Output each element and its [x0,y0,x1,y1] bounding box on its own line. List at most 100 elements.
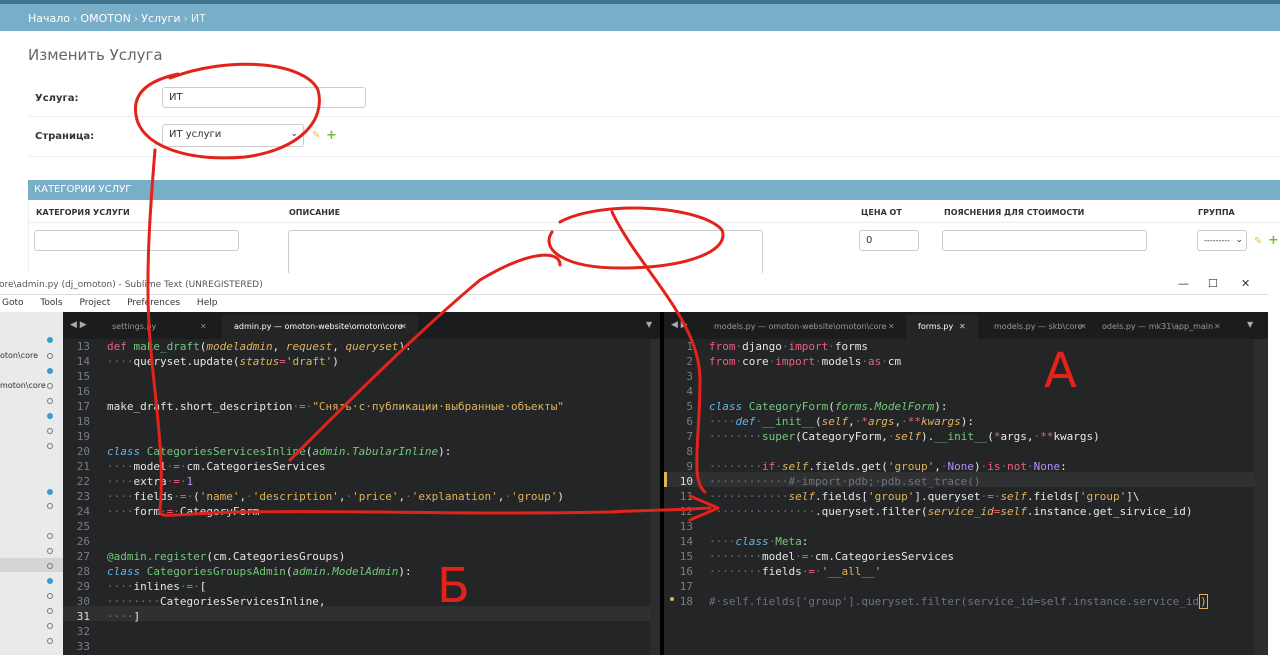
maximize-icon[interactable]: ☐ [1208,277,1218,290]
line-number: 13 [679,520,693,533]
line-number: 18 [679,595,693,608]
tab-dropdown-icon[interactable]: ▼ [1247,320,1253,329]
close-icon[interactable]: ✕ [959,322,966,331]
breadcrumb-model[interactable]: Услуги [141,12,180,25]
menu-help[interactable]: Help [197,298,218,308]
minimap-left[interactable] [650,339,660,655]
code-line: ····form·=·CategoryForm [107,505,260,518]
file-ring-icon [47,638,53,644]
explanation-input[interactable] [942,230,1147,251]
line-number: 20 [76,445,90,458]
breadcrumb-home[interactable]: Начало [28,12,70,25]
col-header-category: КАТЕГОРИЯ УСЛУГИ [36,208,130,217]
tab-forms[interactable]: forms.py ✕ [906,315,978,339]
line-number: 15 [76,370,90,383]
close-icon[interactable]: ✕ [1214,322,1221,331]
menu-bar: Goto Tools Project Preferences Help [0,295,1268,312]
line-number: 25 [76,520,90,533]
line-number: 11 [679,490,693,503]
tab-nav-arrows-icon[interactable]: ◀ ▶ [70,320,87,330]
tab-settings[interactable]: settings.py ✕ [100,315,218,339]
menu-goto[interactable]: Goto [2,298,24,308]
file-ring-icon [47,533,53,539]
line-number: 22 [76,475,90,488]
add-plus-icon[interactable]: + [1268,233,1279,248]
tab-models-mk31[interactable]: odels.py — mk31\app_main ✕ [1090,315,1230,339]
description-textarea[interactable] [288,230,763,275]
line-number: 10 [679,475,693,488]
code-line: ············self.fields['group'].queryse… [709,490,1140,503]
edit-pencil-icon[interactable]: ✎ [1254,236,1262,247]
category-name-input[interactable] [34,230,239,251]
close-icon[interactable]: ✕ [200,322,207,331]
tab-models-skb[interactable]: models.py — skb\core ✕ [982,315,1094,339]
file-ring-icon [47,623,53,629]
line-number: 4 [686,385,693,398]
code-line: ····queryset.update(status='draft') [107,355,339,368]
background-strip [1268,273,1280,655]
line-numbers-left: 13 14 15 16 17 18 19 20 21 22 23 24 25 2… [62,339,90,654]
close-icon[interactable]: ✕ [1080,322,1087,331]
divider [28,156,1280,157]
line-number: 2 [686,355,693,368]
line-number: 6 [686,415,693,428]
line-number: 14 [679,535,693,548]
add-plus-icon[interactable]: + [326,128,337,143]
tab-dropdown-icon[interactable]: ▼ [646,320,652,329]
edit-pencil-icon[interactable]: ✎ [312,130,320,141]
close-icon[interactable]: ✕ [1241,277,1250,290]
window-title-bar: core\admin.py (dj_omoton) - Sublime Text… [0,273,1268,295]
page-select[interactable]: ИТ услуги ⌄ [162,124,304,147]
tab-admin[interactable]: admin.py — omoton-website\omoton\core ✕ [222,315,418,339]
line-number: 28 [76,565,90,578]
close-icon[interactable]: ✕ [400,322,407,331]
file-dot-icon [47,337,53,343]
tab-models-omoton[interactable]: models.py — omoton-website\omoton\core ✕ [702,315,902,339]
breadcrumb-current: ИТ [190,12,206,25]
col-header-explanation: ПОЯСНЕНИЯ ДЛЯ СТОИМОСТИ [944,208,1085,217]
modified-dot-icon [670,597,674,601]
line-number: 29 [76,580,90,593]
tab-label: forms.py [918,322,954,331]
group-select[interactable]: --------- ⌄ [1197,230,1247,251]
line-number: 14 [76,355,90,368]
breadcrumb-sep: › [73,12,78,25]
close-icon[interactable]: ✕ [888,322,895,331]
minimize-icon[interactable]: — [1178,277,1189,290]
menu-project[interactable]: Project [79,298,110,308]
file-dot-icon [47,413,53,419]
file-ring-icon [47,503,53,509]
line-number: 16 [76,385,90,398]
tab-label: admin.py — omoton-website\omoton\core [234,322,403,331]
sidebar-item[interactable]: moton\core [0,379,63,393]
code-line: ········super(CategoryForm,·self).__init… [709,430,1100,443]
tab-nav-arrows-icon[interactable]: ◀ ▶ [671,320,688,330]
line-number: 9 [686,460,693,473]
code-line: ········if·self.fields.get('group',·None… [709,460,1067,473]
code-line: #·self.fields['group'].queryset.filter(s… [709,594,1208,609]
code-line: make_draft.short_description·=·"Снять·с·… [107,400,564,413]
file-ring-icon [47,398,53,404]
file-dot-icon [47,578,53,584]
file-ring-icon [47,353,53,359]
breadcrumb-app[interactable]: OMOTON [80,12,130,25]
service-name-input[interactable]: ИТ [162,87,366,108]
line-number: 15 [679,550,693,563]
code-line: ········fields·=·'__all__' [709,565,882,578]
code-line: class CategoriesServicesInline(admin.Tab… [107,445,452,458]
line-number: 27 [76,550,90,563]
menu-preferences[interactable]: Preferences [127,298,180,308]
sidebar-item[interactable]: oton\core [0,349,63,363]
price-input[interactable]: 0 [859,230,919,251]
col-header-description: ОПИСАНИЕ [289,208,341,217]
menu-tools[interactable]: Tools [40,298,62,308]
inline-section-header: КАТЕГОРИИ УСЛУГ [28,180,1280,200]
minimap-right[interactable] [1254,339,1268,655]
code-line: ················.queryset.filter(service… [709,505,1193,518]
